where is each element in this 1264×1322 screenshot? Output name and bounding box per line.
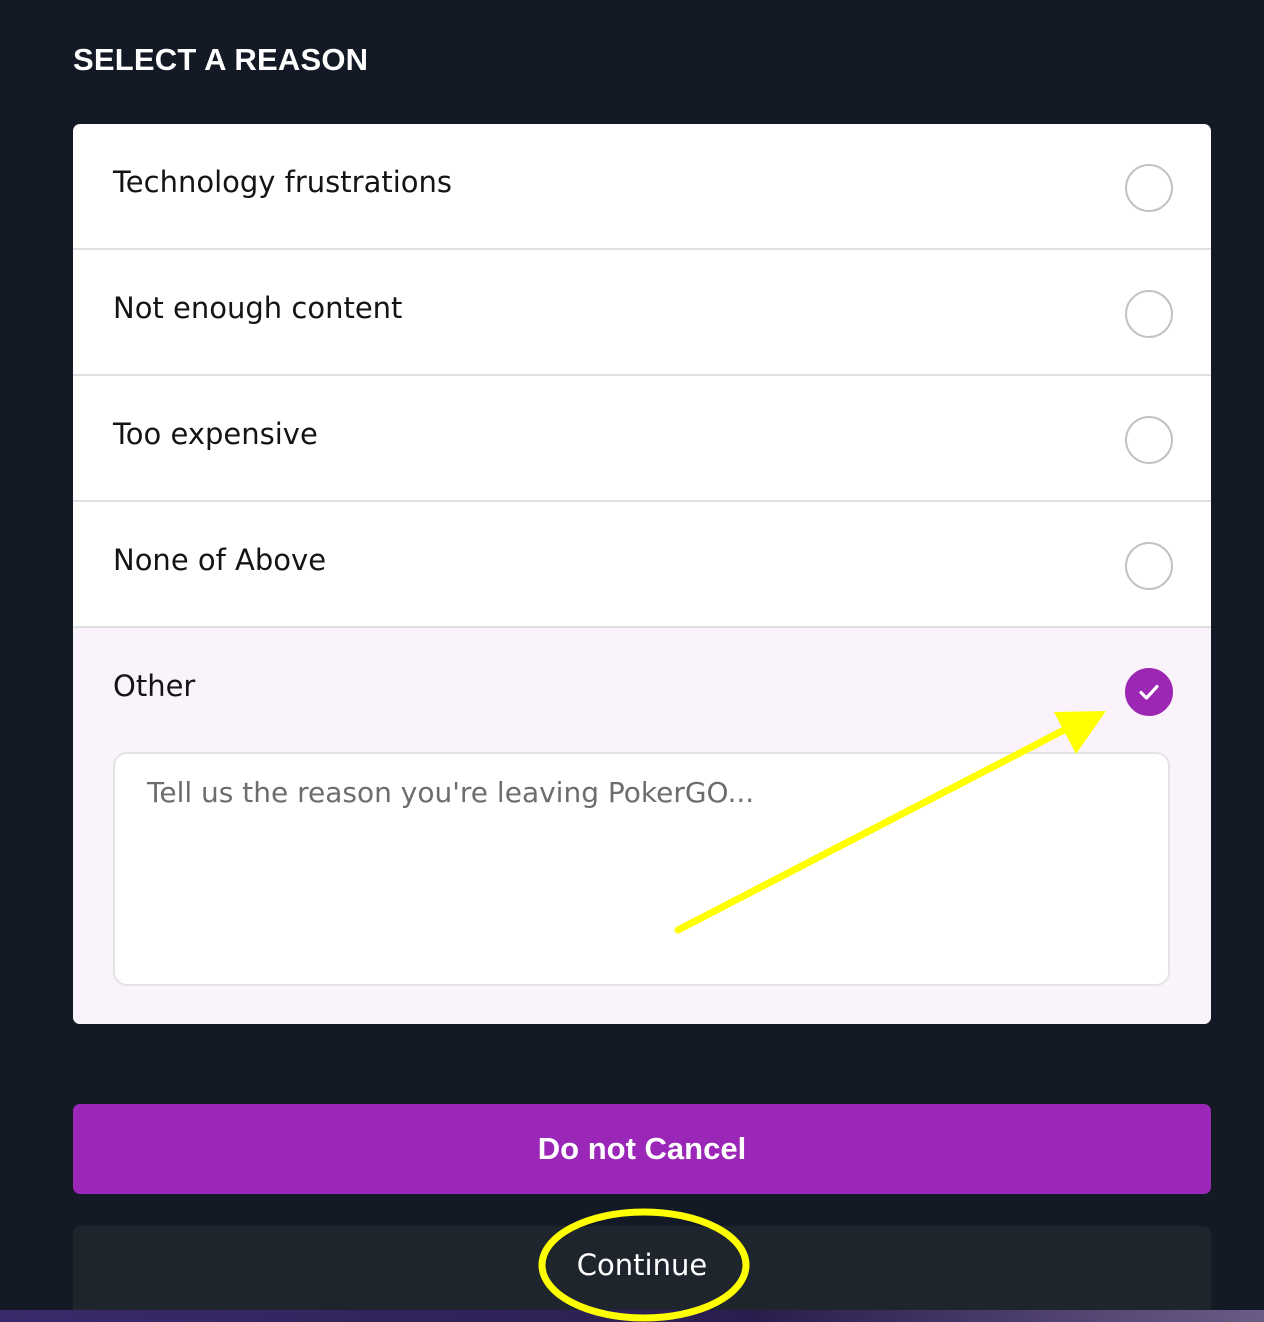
- bottom-edge-strip: [0, 1310, 1264, 1322]
- reason-option-label: Not enough content: [113, 291, 403, 325]
- reason-option-label: None of Above: [113, 543, 327, 577]
- reason-option-too-expensive[interactable]: Too expensive: [73, 376, 1211, 502]
- do-not-cancel-button[interactable]: Do not Cancel: [73, 1104, 1211, 1194]
- radio-button[interactable]: [1125, 164, 1173, 212]
- continue-button-label: Continue: [576, 1248, 708, 1282]
- reason-option-label: Technology frustrations: [113, 165, 453, 199]
- reason-option-technology-frustrations[interactable]: Technology frustrations: [73, 124, 1211, 250]
- radio-button[interactable]: [1125, 290, 1173, 338]
- radio-button[interactable]: [1125, 542, 1173, 590]
- radio-button-checked[interactable]: [1125, 668, 1173, 716]
- continue-button[interactable]: Continue: [73, 1226, 1211, 1322]
- radio-button[interactable]: [1125, 416, 1173, 464]
- reason-option-label: Other: [113, 669, 196, 703]
- reason-textarea[interactable]: [113, 752, 1170, 986]
- reason-option-none-of-above[interactable]: None of Above: [73, 502, 1211, 628]
- checkmark-icon: [1139, 684, 1159, 700]
- reason-option-label: Too expensive: [113, 417, 318, 451]
- page-title: SELECT A REASON: [73, 42, 369, 77]
- reason-option-not-enough-content[interactable]: Not enough content: [73, 250, 1211, 376]
- reason-list: Technology frustrations Not enough conte…: [73, 124, 1211, 1024]
- reason-option-other[interactable]: Other: [73, 628, 1211, 1024]
